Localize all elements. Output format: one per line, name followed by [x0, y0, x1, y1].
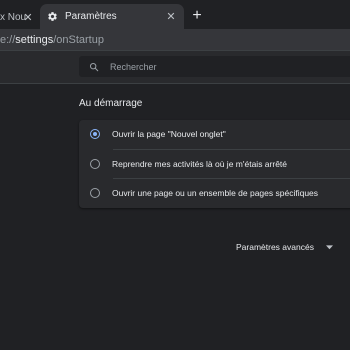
advanced-settings-toggle[interactable]: Paramètres avancés	[236, 240, 334, 254]
gear-icon	[45, 10, 59, 24]
radio-button-checked[interactable]	[90, 129, 100, 139]
option-label: Ouvrir une page ou un ensemble de pages …	[112, 188, 319, 198]
startup-option-new-tab[interactable]: Ouvrir la page "Nouvel onglet"	[79, 120, 350, 148]
search-input[interactable]	[110, 61, 310, 72]
address-bar[interactable]: e://settings/onStartup	[0, 30, 350, 49]
tab-settings[interactable]: Paramètres ✕	[40, 4, 184, 29]
tab-strip: x Nou ✕ Paramètres ✕ +	[0, 0, 350, 29]
advanced-settings-label: Paramètres avancés	[236, 242, 314, 252]
url-scheme: e://	[0, 33, 16, 46]
url-path: /onStartup	[53, 33, 104, 46]
startup-option-specific-pages[interactable]: Ouvrir une page ou un ensemble de pages …	[79, 179, 350, 207]
browser-window: x Nou ✕ Paramètres ✕ + e://settings/onSt…	[0, 0, 350, 350]
close-icon[interactable]: ✕	[164, 9, 178, 23]
plus-icon[interactable]: +	[188, 7, 206, 25]
close-icon[interactable]: ✕	[20, 9, 36, 25]
section-title: Au démarrage	[79, 98, 143, 109]
radio-button[interactable]	[90, 159, 100, 169]
radio-button[interactable]	[90, 188, 100, 198]
toolbar: e://settings/onStartup	[0, 29, 350, 50]
url-host: settings	[15, 33, 54, 46]
tab-title: Paramètres	[65, 11, 117, 22]
option-label: Ouvrir la page "Nouvel onglet"	[112, 129, 226, 139]
settings-header	[0, 51, 350, 84]
startup-option-continue[interactable]: Reprendre mes activités là où je m'étais…	[79, 150, 350, 178]
chevron-down-icon	[326, 243, 334, 251]
option-label: Reprendre mes activités là où je m'étais…	[112, 159, 288, 169]
startup-options-card: Ouvrir la page "Nouvel onglet" Reprendre…	[79, 120, 350, 208]
search-icon	[87, 60, 101, 74]
search-box[interactable]	[79, 56, 350, 77]
tab-new-tab[interactable]: x Nou ✕	[0, 5, 40, 29]
